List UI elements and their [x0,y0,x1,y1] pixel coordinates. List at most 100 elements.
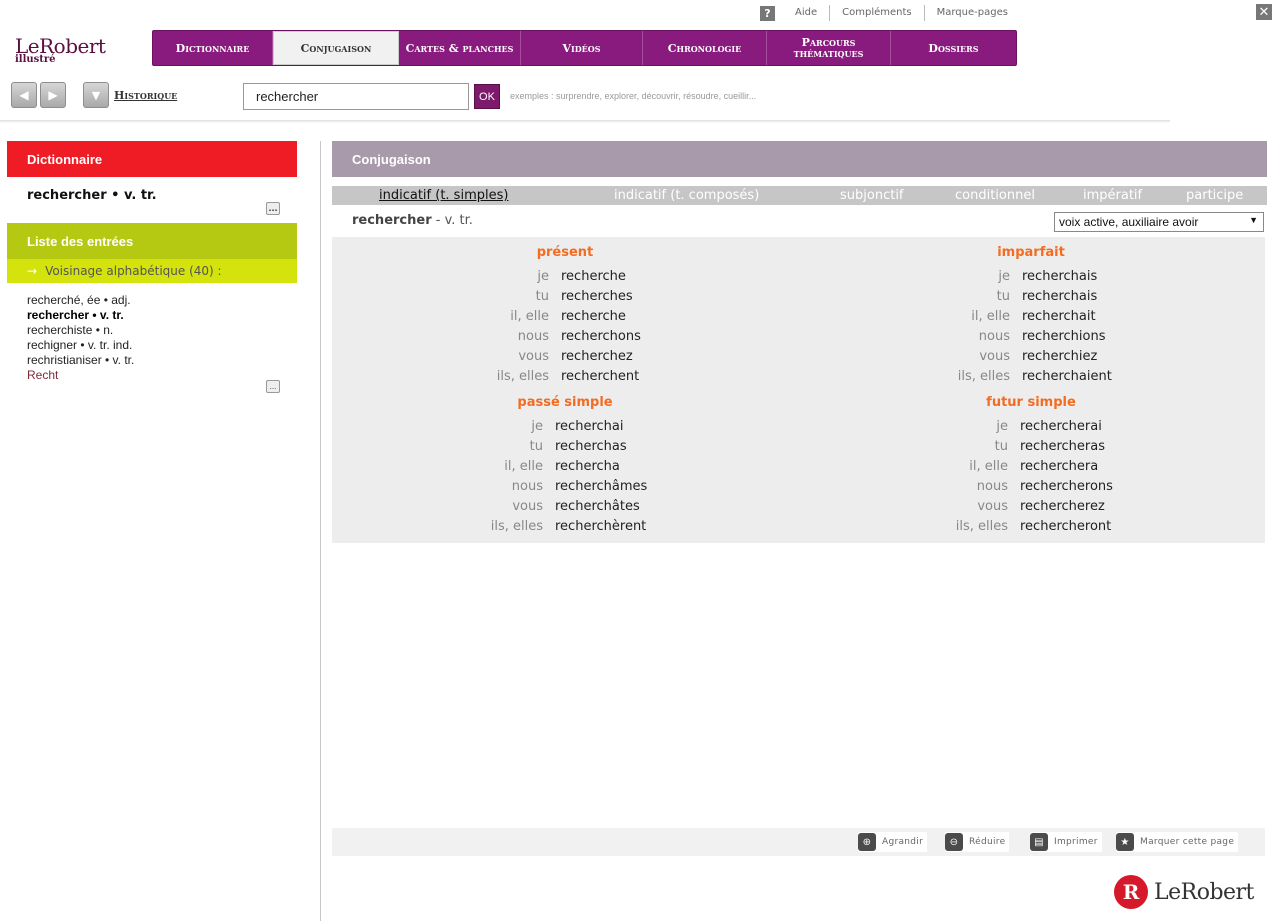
list-item[interactable]: Recht [27,368,277,383]
search-input[interactable] [243,83,469,110]
tense-title: passé simple [517,395,613,410]
pronoun: il, elle [971,309,1010,324]
history-dropdown-icon[interactable]: ▼ [83,82,109,108]
voice-value: voix active, auxiliaire avoir [1059,215,1199,229]
conjugation-row: vous rechercherez [332,497,1265,517]
verb-form: rechercheront [1020,519,1112,534]
tab-dictionnaire[interactable]: Dictionnaire [153,31,273,65]
pronoun: nous [976,479,1008,494]
left-panel: Dictionnaire rechercher • v. tr. ... Lis… [7,141,297,399]
conjugation-row: vous recherchiez [332,347,1265,367]
more-button-entry[interactable]: ... [266,202,280,215]
tab-cartes-planches[interactable]: Cartes & planches [399,31,521,65]
print-button[interactable]: ▤ Imprimer [1030,832,1102,852]
bottom-toolbar: ⊕ Agrandir ⊖ Réduire ▤ Imprimer ★ Marque… [332,828,1265,856]
verb-form: rechercheras [1020,439,1105,454]
close-icon[interactable]: ✕ [1256,4,1272,20]
conjugation-row: ils, elles recherchaient [332,367,1265,387]
conjugation-row: il, elle recherchait [332,307,1265,327]
zoom-out-button[interactable]: ⊖ Réduire [945,832,1010,852]
conjugation-header: Conjugaison [332,141,1267,177]
history-link[interactable]: Historique [114,89,177,102]
bookmark-button[interactable]: ★ Marquer cette page [1116,832,1239,852]
tab-dossiers[interactable]: Dossiers [891,31,1016,65]
mode-tab-subjonctif[interactable]: subjonctif [840,187,904,204]
bookmark-icon: ★ [1116,833,1134,851]
arrow-right-icon: → [27,264,38,278]
complements-link[interactable]: Compléments [830,5,925,21]
pronoun: ils, elles [957,369,1010,384]
conjugation-row: je recherchais [332,267,1265,287]
verb-form: recherchais [1022,269,1098,284]
zoom-in-button[interactable]: ⊕ Agrandir [858,832,928,852]
mode-tab-conditionnel[interactable]: conditionnel [955,187,1035,204]
neighbourhood-label: Voisinage alphabétique (40) : [45,264,222,278]
print-label: Imprimer [1054,837,1098,847]
conjugation-row: je rechercherai [332,417,1265,437]
help-icon[interactable]: ? [760,5,775,21]
list-item[interactable]: rechristianiser • v. tr. [27,353,277,368]
pronoun: ils, elles [955,519,1008,534]
dictionary-entry: rechercher • v. tr. ... [7,177,297,223]
conjugation-row: ils, elles rechercheront [332,517,1265,537]
bookmarks-link[interactable]: Marque-pages [925,5,1020,21]
conjugation-row: il, elle recherchera [332,457,1265,477]
tab-conjugaison[interactable]: Conjugaison [273,31,399,65]
zoom-in-icon: ⊕ [858,833,876,851]
zoom-in-label: Agrandir [882,837,924,847]
verb-form: recherchions [1022,329,1106,344]
verb-form: recherchera [1020,459,1099,474]
verb-form: rechercherai [1020,419,1102,434]
mode-tab-imperatif[interactable]: impératif [1083,187,1142,204]
chevron-down-icon: ▼ [1249,215,1258,225]
main-nav: Dictionnaire Conjugaison Cartes & planch… [152,30,1017,66]
list-item[interactable]: recherché, ée • adj. [27,293,277,308]
pronoun: vous [979,349,1010,364]
tab-videos[interactable]: Vidéos [521,31,643,65]
conjugation-row: nous recherchions [332,327,1265,347]
alphabetical-neighbourhood[interactable]: → Voisinage alphabétique (40) : [7,259,297,283]
conjugation-row: nous rechercherons [332,477,1265,497]
pronoun: il, elle [969,459,1008,474]
verb-name: rechercher [352,213,432,228]
more-button-list[interactable]: ... [266,380,280,393]
mode-tab-indicatif-composes[interactable]: indicatif (t. composés) [614,187,759,204]
zoom-out-label: Réduire [969,837,1006,847]
tab-parcours-thematiques[interactable]: Parcours thématiques [767,31,891,65]
dictionary-entry-text[interactable]: rechercher • v. tr. [27,188,157,203]
header-divider [0,120,1170,123]
pronoun: je [996,419,1008,434]
pronoun: tu [996,289,1010,304]
mode-tabs: indicatif (t. simples) indicatif (t. com… [332,186,1267,205]
ok-button[interactable]: OK [474,84,500,109]
mode-tab-participe[interactable]: participe [1186,187,1243,204]
pronoun: nous [978,329,1010,344]
list-item[interactable]: recherchiste • n. [27,323,277,338]
list-item-current[interactable]: rechercher • v. tr. [27,308,277,323]
zoom-out-icon: ⊖ [945,833,963,851]
tab-chronologie[interactable]: Chronologie [643,31,767,65]
list-item[interactable]: rechigner • v. tr. ind. [27,338,277,353]
verb-form: recherchaient [1022,369,1112,384]
back-icon[interactable]: ◀ [11,82,37,108]
dictionary-header: Dictionnaire [7,141,297,177]
verb-form: rechercherez [1020,499,1105,514]
print-icon: ▤ [1030,833,1048,851]
verb-type: - v. tr. [431,213,473,228]
verb-form: recherchiez [1022,349,1098,364]
tense-title: futur simple [986,395,1076,410]
voice-select[interactable]: voix active, auxiliaire avoir ▼ [1054,212,1264,232]
bookmark-label: Marquer cette page [1140,837,1235,847]
verb-form: rechercherons [1020,479,1113,494]
help-link[interactable]: Aide [783,5,831,21]
utility-bar: ? Aide Compléments Marque-pages [760,4,1020,22]
verb-heading: rechercher - v. tr. [352,213,473,228]
mode-tab-indicatif-simples[interactable]: indicatif (t. simples) [379,187,508,204]
column-divider [320,141,321,921]
footer-logo-mark: R [1114,875,1148,909]
forward-icon[interactable]: ▶ [40,82,66,108]
pronoun: je [998,269,1010,284]
conjugation-row: tu rechercheras [332,437,1265,457]
verb-form: recherchait [1022,309,1096,324]
tense-title: imparfait [997,245,1065,260]
